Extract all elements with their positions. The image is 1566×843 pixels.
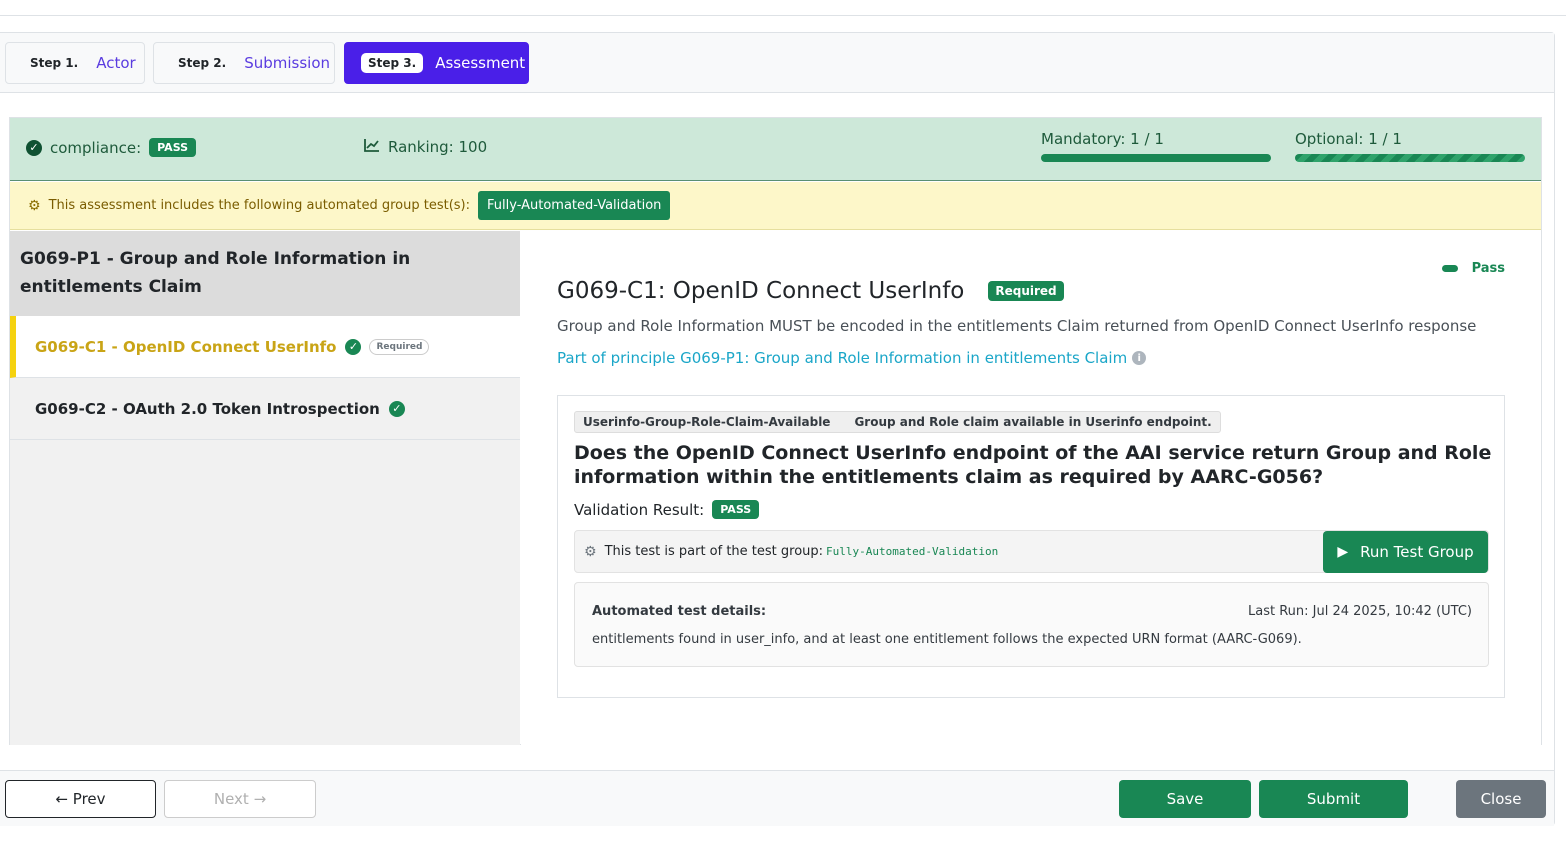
mandatory-label: Mandatory: 1 / 1 bbox=[1041, 130, 1164, 148]
validation-label: Validation Result: bbox=[574, 500, 705, 519]
principle-link-text: Part of principle G069-P1: Group and Rol… bbox=[557, 349, 1128, 367]
test-card: Userinfo-Group-Role-Claim-Available Grou… bbox=[557, 395, 1505, 698]
step-number: Step 1. bbox=[30, 56, 79, 70]
test-tag: Userinfo-Group-Role-Claim-Available Grou… bbox=[574, 411, 1221, 433]
sidebar-item-g069-c1[interactable]: G069-C1 - OpenID Connect UserInfo ✓ Requ… bbox=[10, 316, 520, 378]
automated-test-details: Automated test details: Last Run: Jul 24… bbox=[574, 582, 1489, 667]
info-icon[interactable]: i bbox=[1132, 351, 1147, 365]
automated-tests-banner: ⚙ This assessment includes the following… bbox=[10, 182, 1541, 230]
required-badge: Required bbox=[369, 338, 430, 355]
optional-progress: Optional: 1 / 1 bbox=[1295, 130, 1525, 162]
top-divider bbox=[0, 15, 1566, 16]
test-group-row: ⚙ This test is part of the test group: F… bbox=[574, 530, 1489, 573]
compliance-badge: PASS bbox=[149, 138, 197, 157]
test-name: Group and Role claim available in Userin… bbox=[854, 415, 1212, 429]
gears-icon: ⚙ bbox=[28, 197, 41, 214]
step-label: Submission bbox=[244, 54, 331, 72]
play-icon: ▶ bbox=[1337, 544, 1349, 560]
automated-banner-text: This assessment includes the following a… bbox=[48, 198, 471, 213]
details-body: entitlements found in user_info, and at … bbox=[592, 632, 1302, 647]
ranking-text: Ranking: 100 bbox=[388, 138, 488, 156]
tab-step-actor[interactable]: Step 1. Actor bbox=[5, 42, 145, 84]
compliance-label: compliance: bbox=[50, 138, 142, 157]
criterion-title: G069-C1: OpenID Connect UserInfo Require… bbox=[557, 278, 1064, 304]
last-run: Last Run: Jul 24 2025, 10:42 (UTC) bbox=[1247, 604, 1472, 619]
optional-progress-bar bbox=[1295, 154, 1525, 162]
validation-result: Validation Result: PASS bbox=[574, 500, 760, 519]
step-label: Assessment bbox=[435, 54, 526, 72]
mandatory-progress: Mandatory: 1 / 1 bbox=[1041, 130, 1271, 162]
run-test-group-button[interactable]: ▶ Run Test Group bbox=[1323, 531, 1488, 573]
check-circle-icon: ✓ bbox=[388, 400, 405, 417]
tab-step-assessment[interactable]: Step 3. Assessment bbox=[344, 42, 529, 84]
footer-actions: ← Prev Next → Save Submit Close bbox=[0, 770, 1554, 826]
close-button[interactable]: Close bbox=[1456, 780, 1546, 818]
submit-button[interactable]: Submit bbox=[1259, 780, 1408, 818]
validation-badge: PASS bbox=[712, 500, 760, 519]
test-id: Userinfo-Group-Role-Claim-Available bbox=[583, 415, 831, 429]
compliance-summary: ✓ compliance: PASS Ranking: 100 Mandator… bbox=[10, 118, 1541, 181]
details-heading: Automated test details: bbox=[592, 604, 767, 619]
step-number: Step 3. bbox=[361, 53, 424, 73]
principle-heading: G069-P1 - Group and Role Information in … bbox=[10, 231, 520, 316]
criterion-detail: Pass G069-C1: OpenID Connect UserInfo Re… bbox=[521, 231, 1541, 745]
status-text: Pass bbox=[1471, 261, 1505, 276]
criteria-sidebar: G069-P1 - Group and Role Information in … bbox=[10, 231, 520, 745]
test-group-text: This test is part of the test group: bbox=[604, 544, 824, 559]
step-label: Actor bbox=[96, 54, 136, 72]
ranking: Ranking: 100 bbox=[364, 138, 487, 156]
compliance-status: ✓ compliance: PASS bbox=[26, 138, 197, 157]
criterion-description: Group and Role Information MUST be encod… bbox=[557, 317, 1477, 335]
check-circle-icon: ✓ bbox=[26, 139, 42, 156]
chart-line-icon bbox=[364, 138, 380, 156]
principle-link[interactable]: Part of principle G069-P1: Group and Rol… bbox=[557, 349, 1147, 367]
run-button-label: Run Test Group bbox=[1360, 543, 1474, 561]
gears-icon: ⚙ bbox=[584, 543, 597, 560]
steps-bar: Step 1. Actor Step 2. Submission Step 3.… bbox=[0, 33, 1554, 93]
test-group-code: Fully-Automated-Validation bbox=[826, 545, 999, 558]
prev-button[interactable]: ← Prev bbox=[5, 780, 156, 818]
status-indicator: Pass bbox=[1441, 261, 1505, 276]
status-pill-icon bbox=[1441, 265, 1458, 272]
sidebar-item-g069-c2[interactable]: G069-C2 - OAuth 2.0 Token Introspection … bbox=[10, 378, 520, 440]
mandatory-progress-bar bbox=[1041, 154, 1271, 162]
criterion-label: G069-C1 - OpenID Connect UserInfo bbox=[35, 337, 337, 356]
save-button[interactable]: Save bbox=[1119, 780, 1251, 818]
step-number: Step 2. bbox=[178, 56, 227, 70]
assessment-content: ✓ compliance: PASS Ranking: 100 Mandator… bbox=[9, 117, 1542, 745]
next-button[interactable]: Next → bbox=[164, 780, 316, 818]
required-badge: Required bbox=[988, 281, 1064, 301]
optional-label: Optional: 1 / 1 bbox=[1295, 130, 1402, 148]
tab-step-submission[interactable]: Step 2. Submission bbox=[153, 42, 335, 84]
assessment-wizard: Step 1. Actor Step 2. Submission Step 3.… bbox=[0, 32, 1555, 826]
automated-group-chip[interactable]: Fully-Automated-Validation bbox=[478, 191, 671, 220]
check-circle-icon: ✓ bbox=[345, 338, 362, 355]
criterion-label: G069-C2 - OAuth 2.0 Token Introspection bbox=[35, 399, 380, 418]
test-question: Does the OpenID Connect UserInfo endpoin… bbox=[574, 442, 1492, 488]
page-title: G069-C1: OpenID Connect UserInfo bbox=[557, 278, 965, 304]
